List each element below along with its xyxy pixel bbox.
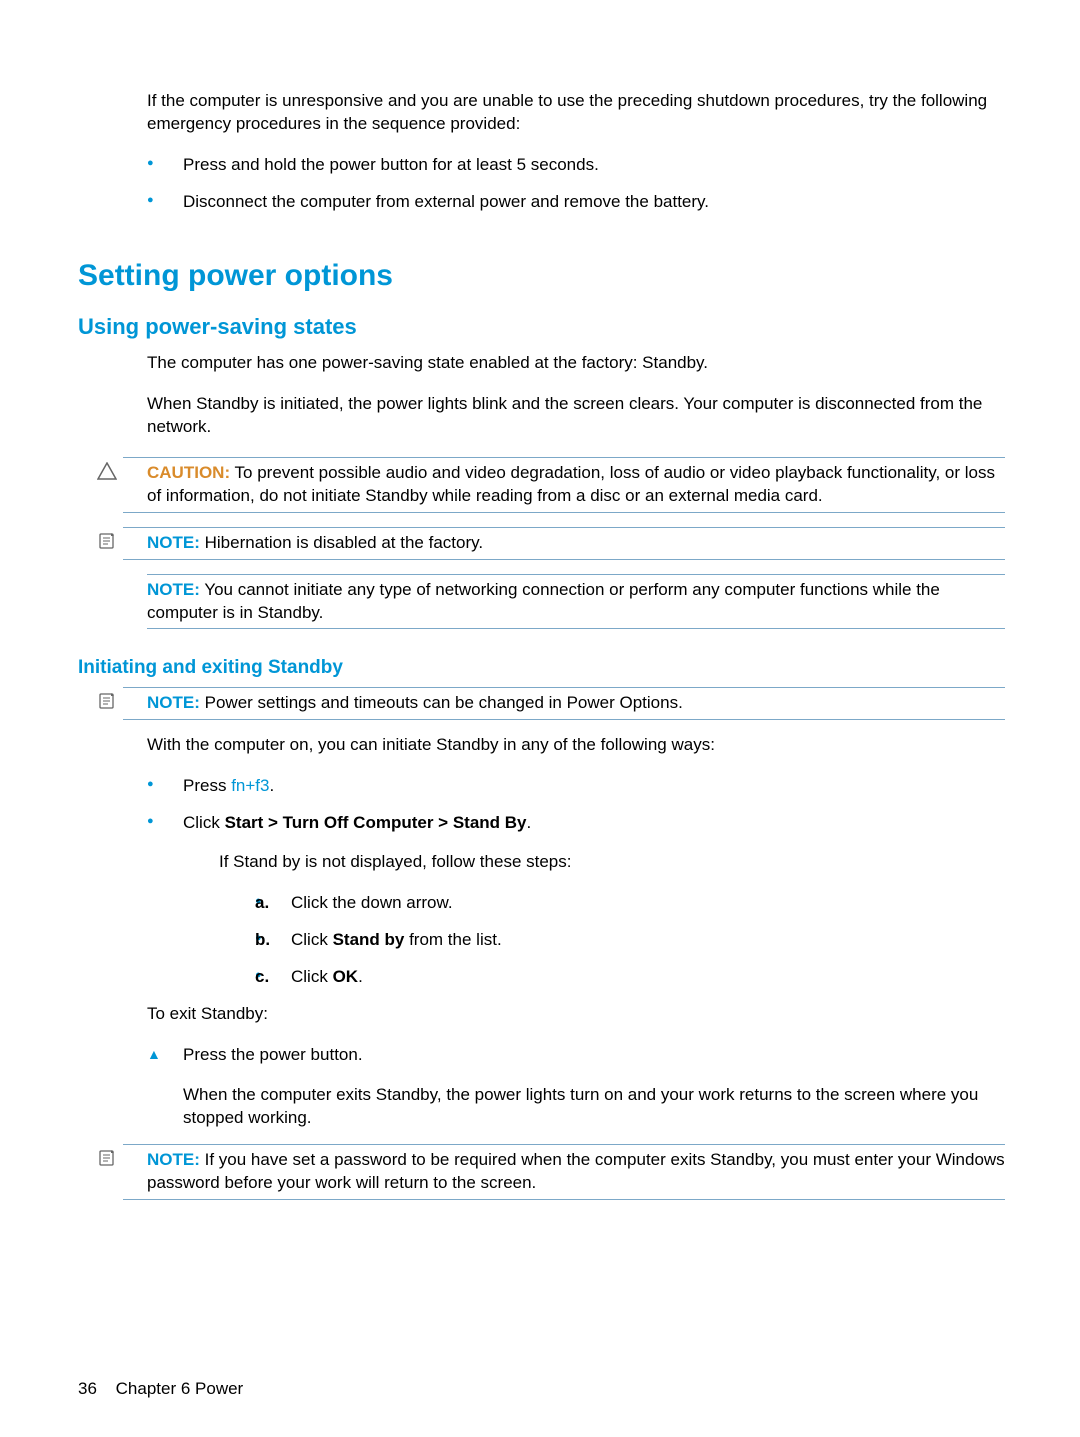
body-text: With the computer on, you can initiate S… (147, 734, 1005, 757)
body-text: If Stand by is not displayed, follow the… (219, 851, 1005, 874)
page-number: 36 (78, 1379, 97, 1398)
note-text: Power settings and timeouts can be chang… (205, 693, 683, 712)
list-item: b. Click Stand by from the list. (255, 929, 1005, 952)
note-text: You cannot initiate any type of networki… (147, 580, 940, 622)
caution-text: To prevent possible audio and video degr… (147, 463, 995, 505)
note-icon (97, 692, 117, 710)
emergency-procedures-list: Press and hold the power button for at l… (147, 154, 1005, 214)
list-item: Press and hold the power button for at l… (147, 154, 1005, 177)
exit-standby-list: Press the power button. When the compute… (147, 1044, 1005, 1131)
list-item: Press fn+f3. (147, 775, 1005, 798)
initiate-standby-list: Press fn+f3. Click Start > Turn Off Comp… (147, 775, 1005, 989)
note-label: NOTE: (147, 580, 200, 599)
heading-using-power-saving: Using power-saving states (78, 312, 1005, 342)
note-label: NOTE: (147, 533, 200, 552)
body-text: When Standby is initiated, the power lig… (147, 393, 1005, 439)
caution-icon (97, 462, 117, 480)
list-item: Click Start > Turn Off Computer > Stand … (147, 812, 1005, 989)
note-label: NOTE: (147, 1150, 200, 1169)
heading-initiating-exiting-standby: Initiating and exiting Standby (78, 655, 1005, 681)
body-text: The computer has one power-saving state … (147, 352, 1005, 375)
note-text: If you have set a password to be require… (147, 1150, 1005, 1192)
heading-setting-power-options: Setting power options (78, 256, 1005, 297)
page-footer: 36 Chapter 6 Power (78, 1378, 243, 1401)
list-item: Disconnect the computer from external po… (147, 191, 1005, 214)
standby-steps-list: a. Click the down arrow. b. Click Stand … (255, 892, 1005, 989)
list-item: c. Click OK. (255, 966, 1005, 989)
keyboard-shortcut: fn+f3 (231, 776, 269, 795)
note-callout: NOTE: Hibernation is disabled at the fac… (123, 527, 1005, 560)
note-callout-inner: NOTE: You cannot initiate any type of ne… (147, 574, 1005, 630)
note-callout: NOTE: If you have set a password to be r… (123, 1144, 1005, 1200)
chapter-label: Chapter 6 Power (116, 1379, 244, 1398)
note-label: NOTE: (147, 693, 200, 712)
note-callout: NOTE: Power settings and timeouts can be… (123, 687, 1005, 720)
note-icon (97, 532, 117, 550)
caution-label: CAUTION: (147, 463, 230, 482)
caution-callout: CAUTION: To prevent possible audio and v… (123, 457, 1005, 513)
list-item: a. Click the down arrow. (255, 892, 1005, 915)
note-text: Hibernation is disabled at the factory. (205, 533, 483, 552)
list-item: Press the power button. When the compute… (147, 1044, 1005, 1131)
body-text: To exit Standby: (147, 1003, 1005, 1026)
note-icon (97, 1149, 117, 1167)
intro-paragraph: If the computer is unresponsive and you … (147, 90, 1005, 136)
body-text: When the computer exits Standby, the pow… (183, 1084, 1005, 1130)
